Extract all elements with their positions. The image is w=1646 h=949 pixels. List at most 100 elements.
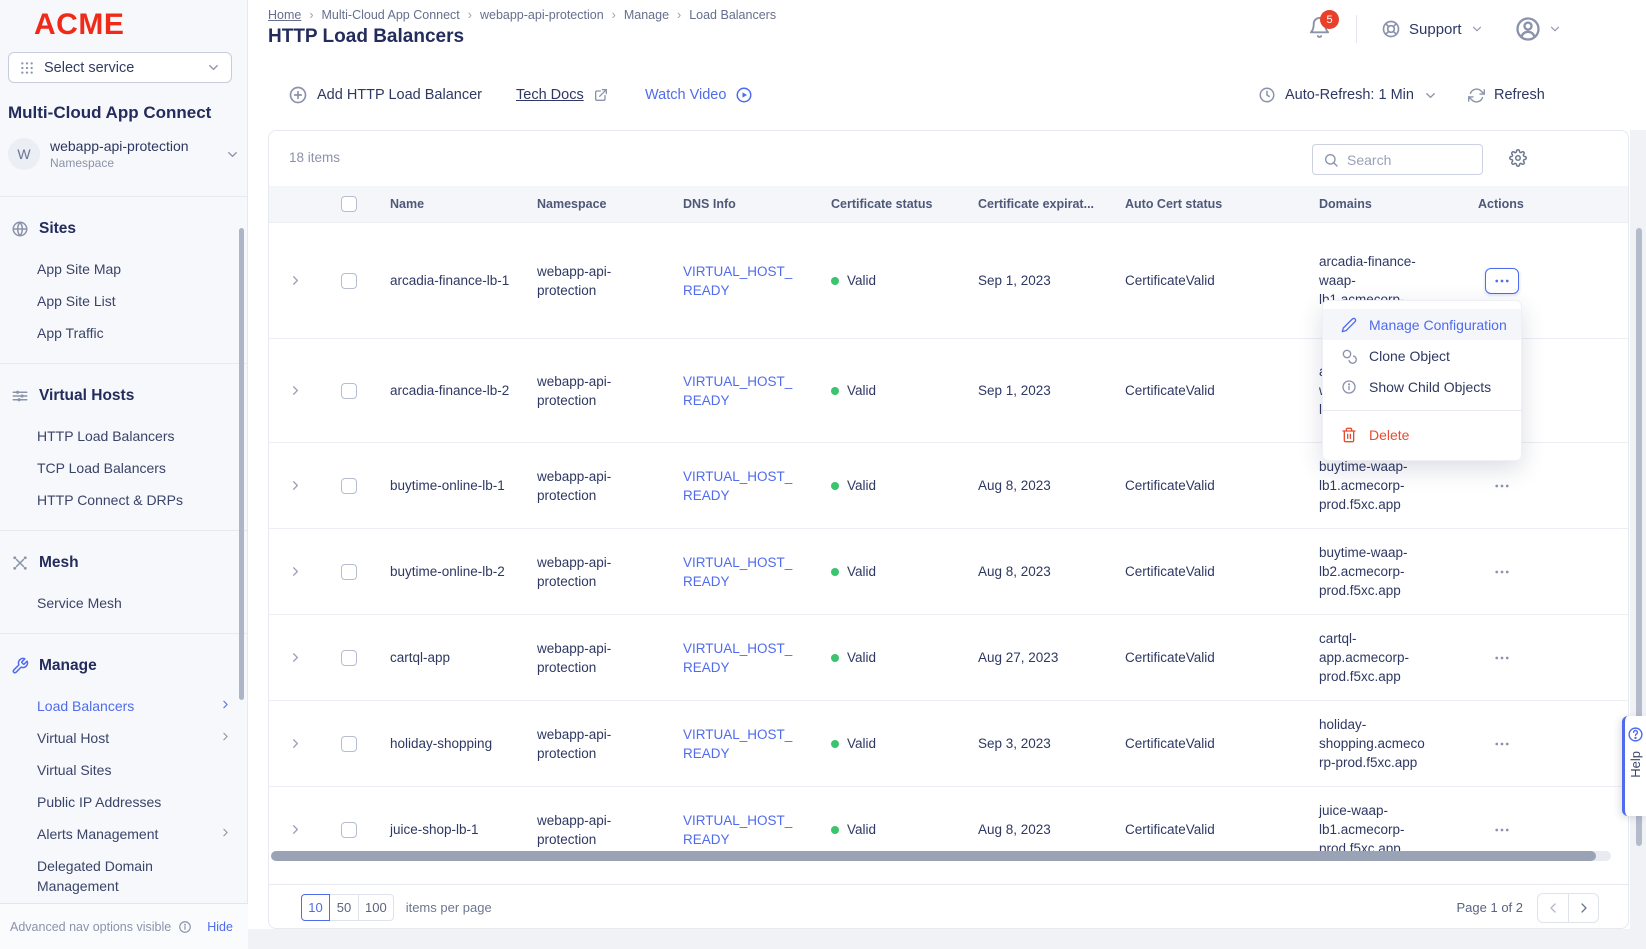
column-header-name[interactable]: Name	[377, 197, 524, 211]
row-actions-button[interactable]	[1485, 645, 1519, 671]
cell-certificate-expiration: Aug 8, 2023	[965, 476, 1112, 495]
hide-link[interactable]: Hide	[207, 920, 233, 934]
support-menu[interactable]: Support	[1381, 19, 1484, 39]
sidebar-item-delegated-domain-management[interactable]: Delegated Domain Management	[0, 850, 248, 902]
auto-refresh-dropdown[interactable]: Auto-Refresh: 1 Min	[1258, 75, 1438, 115]
sidebar-item-label: Service Mesh	[37, 593, 122, 613]
row-expander-icon[interactable]	[288, 822, 303, 837]
previous-page-button[interactable]	[1538, 894, 1568, 922]
sidebar-item-load-balancers[interactable]: Load Balancers	[0, 690, 248, 722]
row-actions-button[interactable]	[1485, 559, 1519, 585]
product-title: Multi-Cloud App Connect	[8, 103, 211, 123]
row-checkbox[interactable]	[341, 650, 357, 666]
menu-item-clone-object[interactable]: Clone Object	[1323, 340, 1521, 371]
cell-dns-info-link[interactable]: VIRTUAL_HOST_READY	[670, 725, 818, 763]
refresh-button[interactable]: Refresh	[1468, 75, 1545, 115]
row-expander-icon[interactable]	[288, 650, 303, 665]
row-expander-icon[interactable]	[288, 383, 303, 398]
sidebar-scrollbar[interactable]	[239, 228, 244, 700]
trash-icon	[1341, 427, 1357, 443]
sidebar-item-public-ip-addresses[interactable]: Public IP Addresses	[0, 786, 248, 818]
sidebar-item-http-connect-drps[interactable]: HTTP Connect & DRPs	[0, 484, 248, 516]
horizontal-scrollbar-thumb[interactable]	[271, 851, 1596, 861]
column-header-certificate-expirat-[interactable]: Certificate expirat...	[965, 197, 1112, 211]
row-checkbox[interactable]	[341, 383, 357, 399]
certificate-status-label: Valid	[847, 648, 876, 667]
sidebar-item-app-traffic[interactable]: App Traffic	[0, 317, 248, 349]
row-checkbox[interactable]	[341, 564, 357, 580]
cell-certificate-status: Valid	[818, 820, 965, 839]
namespace-selector[interactable]: W webapp-api-protection Namespace	[8, 138, 240, 170]
cell-dns-info-link[interactable]: VIRTUAL_HOST_READY	[670, 372, 818, 410]
row-checkbox[interactable]	[341, 478, 357, 494]
horizontal-scrollbar[interactable]	[271, 851, 1611, 861]
row-checkbox[interactable]	[341, 736, 357, 752]
column-header-auto-cert-status[interactable]: Auto Cert status	[1112, 197, 1306, 211]
notifications-button[interactable]: 5	[1308, 16, 1334, 42]
row-checkbox[interactable]	[341, 822, 357, 838]
help-label: Help	[1628, 751, 1643, 778]
select-all-checkbox[interactable]	[341, 196, 357, 212]
breadcrumb-item[interactable]: webapp-api-protection	[480, 8, 604, 22]
cell-dns-info-link[interactable]: VIRTUAL_HOST_READY	[670, 467, 818, 505]
chevron-down-icon	[225, 147, 240, 162]
breadcrumb-item[interactable]: Multi-Cloud App Connect	[322, 8, 460, 22]
sidebar-item-http-load-balancers[interactable]: HTTP Load Balancers	[0, 420, 248, 452]
watch-video-link[interactable]: Watch Video	[645, 75, 753, 115]
cell-dns-info-link[interactable]: VIRTUAL_HOST_READY	[670, 811, 818, 849]
row-expander-icon[interactable]	[288, 736, 303, 751]
valid-status-dot	[831, 740, 839, 748]
menu-item-show-child-objects[interactable]: Show Child Objects	[1323, 371, 1521, 402]
breadcrumb-item[interactable]: Manage	[624, 8, 669, 22]
page-size-100[interactable]: 100	[359, 894, 394, 921]
sidebar-item-tcp-load-balancers[interactable]: TCP Load Balancers	[0, 452, 248, 484]
sidebar-item-virtual-host[interactable]: Virtual Host	[0, 722, 248, 754]
column-header-namespace[interactable]: Namespace	[524, 197, 670, 211]
sidebar-item-app-site-map[interactable]: App Site Map	[0, 253, 248, 285]
cell-certificate-status: Valid	[818, 562, 965, 581]
row-checkbox[interactable]	[341, 273, 357, 289]
table-row: cartql-appwebapp-api-protectionVIRTUAL_H…	[269, 615, 1628, 701]
row-actions-button[interactable]	[1485, 817, 1519, 843]
row-actions-button[interactable]	[1485, 731, 1519, 757]
cell-dns-info-link[interactable]: VIRTUAL_HOST_READY	[670, 262, 818, 300]
cell-namespace: webapp-api-protection	[524, 467, 670, 505]
cell-actions	[1453, 473, 1550, 499]
sidebar-item-label: Public IP Addresses	[37, 792, 161, 812]
column-header-domains[interactable]: Domains	[1306, 197, 1453, 211]
divider	[1356, 15, 1357, 43]
column-header-actions[interactable]: Actions	[1453, 197, 1550, 211]
sidebar-item-alerts-management[interactable]: Alerts Management	[0, 818, 248, 850]
account-menu[interactable]	[1514, 15, 1562, 43]
page-size-10[interactable]: 10	[301, 894, 330, 921]
table-search[interactable]	[1312, 144, 1483, 175]
cell-domains: cartql-app.acmecorp-prod.f5xc.app	[1306, 629, 1453, 686]
tech-docs-link[interactable]: Tech Docs	[516, 75, 609, 115]
menu-item-delete[interactable]: Delete	[1323, 419, 1521, 450]
table-settings-gear-icon[interactable]	[1509, 149, 1527, 167]
cell-certificate-expiration: Sep 3, 2023	[965, 734, 1112, 753]
breadcrumb-item[interactable]: Home	[268, 8, 301, 22]
nav-section-label: Manage	[39, 657, 97, 675]
cell-namespace: webapp-api-protection	[524, 553, 670, 591]
row-actions-button[interactable]	[1485, 473, 1519, 499]
sidebar-item-service-mesh[interactable]: Service Mesh	[0, 587, 248, 619]
cell-dns-info-link[interactable]: VIRTUAL_HOST_READY	[670, 639, 818, 677]
cell-actions	[1453, 268, 1550, 294]
sidebar-item-app-site-list[interactable]: App Site List	[0, 285, 248, 317]
help-tab[interactable]: Help	[1622, 716, 1646, 816]
row-expander-icon[interactable]	[288, 564, 303, 579]
search-input[interactable]	[1347, 152, 1457, 168]
service-selector[interactable]: Select service	[8, 52, 232, 83]
cell-dns-info-link[interactable]: VIRTUAL_HOST_READY	[670, 553, 818, 591]
sidebar-item-virtual-sites[interactable]: Virtual Sites	[0, 754, 248, 786]
row-expander-icon[interactable]	[288, 273, 303, 288]
menu-item-manage-configuration[interactable]: Manage Configuration	[1323, 309, 1521, 340]
row-actions-button[interactable]	[1485, 268, 1519, 294]
add-http-load-balancer-button[interactable]: Add HTTP Load Balancer	[288, 75, 482, 115]
column-header-dns-info[interactable]: DNS Info	[670, 197, 818, 211]
page-size-50[interactable]: 50	[330, 894, 359, 921]
row-expander-icon[interactable]	[288, 478, 303, 493]
column-header-certificate-status[interactable]: Certificate status	[818, 197, 965, 211]
next-page-button[interactable]	[1568, 894, 1598, 922]
